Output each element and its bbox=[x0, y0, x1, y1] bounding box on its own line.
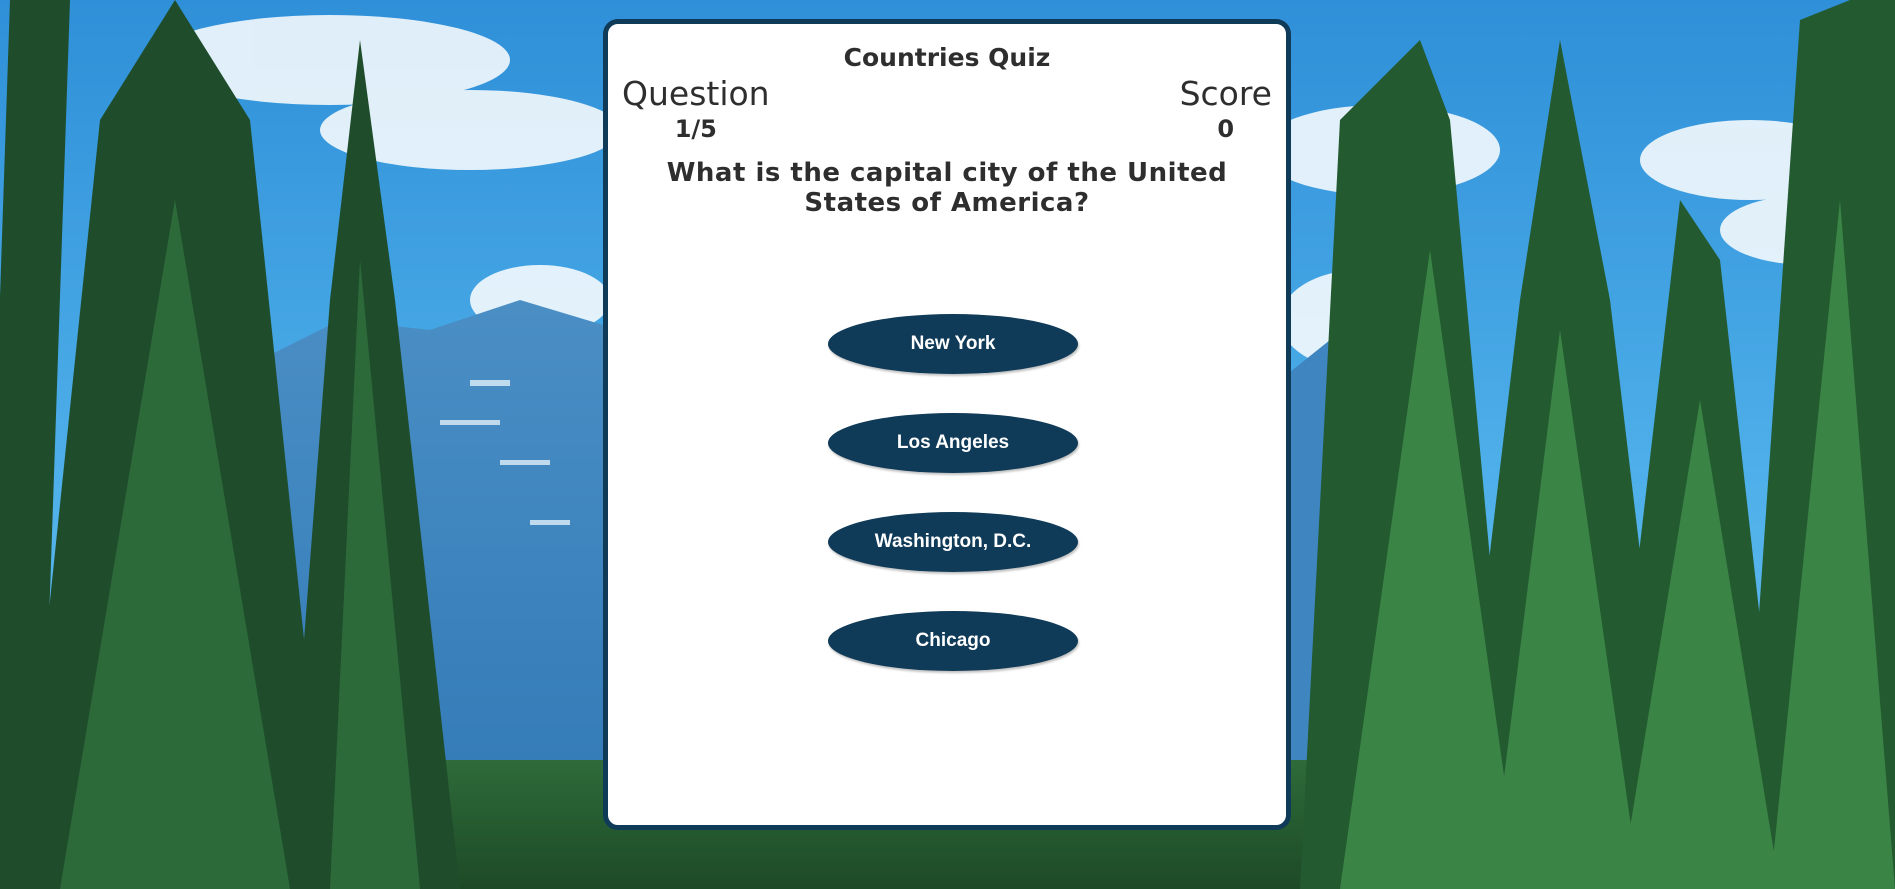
question-label: Question bbox=[622, 74, 770, 113]
answer-button-new-york[interactable]: New York bbox=[828, 314, 1078, 374]
answer-button-los-angeles[interactable]: Los Angeles bbox=[828, 413, 1078, 473]
score-label: Score bbox=[1179, 74, 1272, 113]
score-value: 0 bbox=[1217, 115, 1235, 143]
quiz-title: Countries Quiz bbox=[843, 43, 1051, 72]
score-counter: Score 0 bbox=[1180, 74, 1272, 144]
answer-button-chicago[interactable]: Chicago bbox=[828, 611, 1078, 671]
answer-button-washington-dc[interactable]: Washington, D.C. bbox=[828, 512, 1078, 572]
question-counter: Question 1/5 bbox=[622, 74, 770, 144]
question-progress: 1/5 bbox=[674, 115, 717, 143]
question-text: What is the capital city of the United S… bbox=[666, 158, 1228, 218]
quiz-card: Countries Quiz Question 1/5 Score 0 What… bbox=[603, 19, 1291, 830]
